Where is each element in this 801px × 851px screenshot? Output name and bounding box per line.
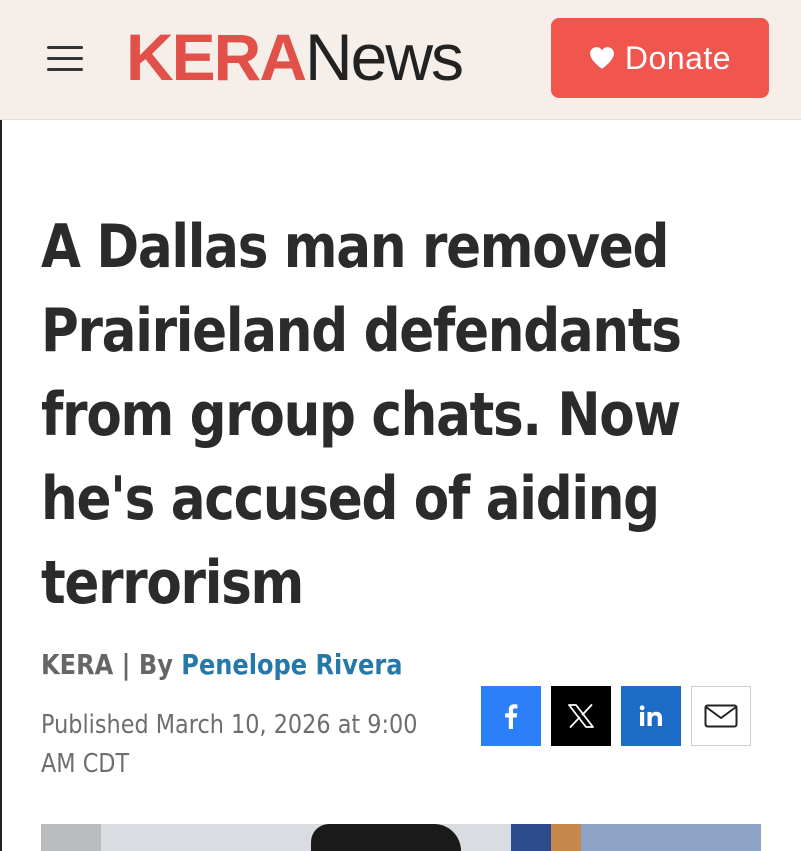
donate-label: Donate (624, 39, 732, 76)
share-facebook-button[interactable] (481, 686, 541, 746)
heart-icon (589, 47, 614, 69)
donate-button[interactable]: Donate (551, 18, 769, 98)
byline-by: By (138, 648, 173, 681)
byline-source: KERA (41, 648, 114, 681)
published-date: Published March 10, 2026 at 9:00 AM CDT (41, 710, 418, 779)
author-link[interactable]: Penelope Rivera (181, 648, 402, 681)
facebook-icon (505, 704, 518, 729)
logo-news: News (305, 20, 464, 94)
frame-edge (0, 0, 2, 851)
byline-separator: | (121, 648, 131, 681)
share-x-button[interactable] (551, 686, 611, 746)
menu-bar (47, 46, 83, 49)
article-headline: A Dallas man removed Prairieland defenda… (41, 212, 682, 618)
menu-icon[interactable] (45, 42, 85, 74)
menu-bar (47, 68, 83, 71)
lead-image (41, 824, 761, 851)
x-icon (568, 704, 594, 728)
site-header: KERANews Donate (0, 0, 801, 120)
mail-icon (704, 704, 738, 728)
menu-bar (47, 57, 83, 60)
logo-kera: KERA (126, 20, 307, 94)
share-linkedin-button[interactable] (621, 686, 681, 746)
kera-news-logo[interactable]: KERANews (126, 20, 464, 94)
share-email-button[interactable] (691, 686, 751, 746)
linkedin-icon (639, 705, 662, 726)
byline: KERA | By Penelope Rivera (41, 648, 402, 681)
